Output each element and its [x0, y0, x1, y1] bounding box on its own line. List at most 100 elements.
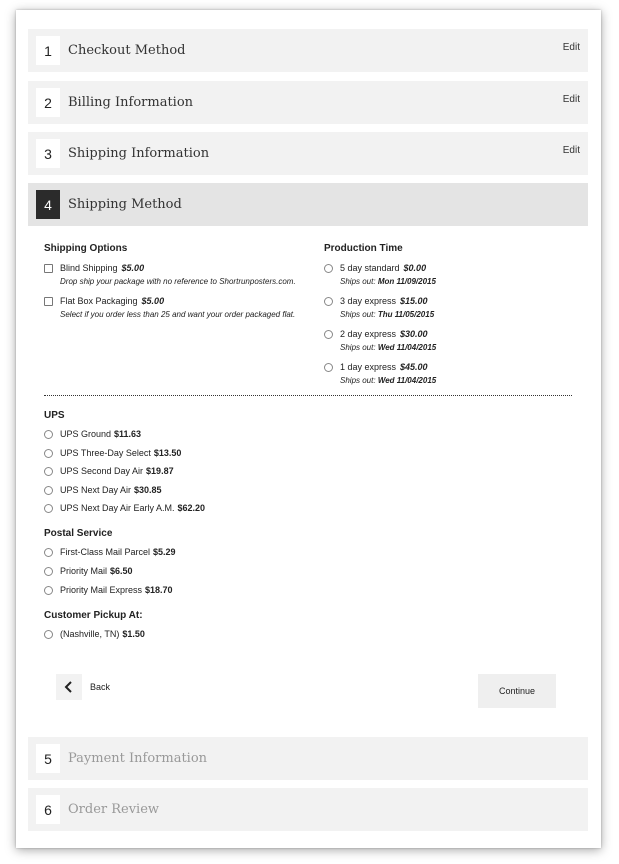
flat-box-packaging-option: Flat Box Packaging $5.00 Select if you o…	[44, 295, 295, 319]
back-button[interactable]: Back	[56, 672, 126, 702]
step-title: Checkout Method	[68, 43, 186, 58]
production-option: 1 day express $45.00 Ships out: Wed 11/0…	[324, 361, 436, 385]
shipping-rate-option[interactable]: (Nashville, TN) $1.50	[44, 628, 145, 640]
customer-pickup-heading: Customer Pickup At:	[44, 610, 143, 621]
shipping-radio[interactable]	[44, 503, 53, 513]
shipping-rate-option[interactable]: UPS Second Day Air $19.87	[44, 465, 174, 477]
rate-price: $18.70	[145, 585, 173, 595]
shipping-radio[interactable]	[44, 485, 53, 495]
production-radio[interactable]	[324, 362, 333, 372]
shipping-rate-option[interactable]: UPS Next Day Air $30.85	[44, 484, 162, 496]
back-label: Back	[90, 682, 111, 692]
rate-price: $13.50	[153, 448, 182, 458]
ships-out: Ships out: Thu 11/05/2015	[340, 310, 434, 319]
edit-link[interactable]: Edit	[563, 42, 580, 53]
shipping-radio[interactable]	[44, 466, 53, 476]
shipping-rate-option[interactable]: UPS Three-Day Select $13.50	[44, 447, 181, 459]
step-title: Billing Information	[68, 95, 194, 110]
postal-service-heading: Postal Service	[44, 528, 113, 539]
rate-label: UPS Next Day Air	[60, 485, 132, 495]
ships-out-date: Thu 11/05/2015	[377, 310, 435, 319]
step-number: 6	[36, 795, 60, 824]
step-shipping-information[interactable]: 3 Shipping Information Edit	[28, 132, 588, 175]
edit-link[interactable]: Edit	[563, 94, 580, 105]
option-label: Blind Shipping	[60, 263, 118, 273]
shipping-radio[interactable]	[44, 585, 53, 595]
production-option: 5 day standard $0.00 Ships out: Mon 11/0…	[324, 262, 436, 286]
checkout-panel: 1 Checkout Method Edit 2 Billing Informa…	[16, 10, 601, 848]
ships-out-label: Ships out:	[340, 277, 376, 286]
production-radio[interactable]	[324, 296, 333, 306]
step-number: 1	[36, 36, 60, 65]
shipping-rate-option[interactable]: UPS Ground $11.63	[44, 428, 141, 440]
step-billing-information[interactable]: 2 Billing Information Edit	[28, 81, 588, 124]
production-option: 2 day express $30.00 Ships out: Wed 11/0…	[324, 328, 436, 352]
step-number: 2	[36, 88, 60, 117]
rate-price: $1.50	[122, 629, 145, 639]
rate-label: (Nashville, TN)	[60, 629, 120, 639]
ups-heading: UPS	[44, 410, 65, 421]
ships-out: Ships out: Wed 11/04/2015	[340, 343, 436, 352]
rate-price: $5.29	[153, 547, 176, 557]
rate-price: $30.85	[134, 485, 162, 495]
rate-label: UPS Next Day Air Early A.M.	[60, 503, 175, 513]
shipping-radio[interactable]	[44, 429, 53, 439]
rate-label: UPS Ground	[60, 429, 112, 439]
step-title: Shipping Method	[68, 197, 182, 212]
production-time-heading: Production Time	[324, 243, 403, 254]
step-order-review: 6 Order Review	[28, 788, 588, 831]
option-note: Select if you order less than 25 and wan…	[60, 310, 296, 319]
rate-price: $6.50	[110, 566, 133, 576]
rate-price: $19.87	[146, 466, 174, 476]
shipping-rate-option[interactable]: Priority Mail $6.50	[44, 565, 133, 577]
shipping-radio[interactable]	[44, 566, 53, 576]
step-title: Shipping Information	[68, 146, 210, 161]
ships-out-date: Mon 11/09/2015	[377, 277, 436, 286]
shipping-radio[interactable]	[44, 448, 53, 458]
option-price: $15.00	[400, 296, 428, 306]
step-payment-information: 5 Payment Information	[28, 737, 588, 780]
ships-out-date: Wed 11/04/2015	[377, 343, 437, 352]
rate-label: Priority Mail Express	[60, 585, 143, 595]
shipping-radio[interactable]	[44, 629, 53, 639]
option-label: 2 day express	[340, 329, 397, 339]
option-price: $30.00	[400, 329, 428, 339]
shipping-rate-option[interactable]: First-Class Mail Parcel $5.29	[44, 546, 176, 558]
rate-price: $11.63	[114, 429, 142, 439]
step-title: Payment Information	[68, 751, 208, 766]
ships-out-label: Ships out:	[340, 343, 376, 352]
rate-label: UPS Second Day Air	[60, 466, 144, 476]
step-shipping-method: 4 Shipping Method	[28, 183, 588, 226]
production-option: 3 day express $15.00 Ships out: Thu 11/0…	[324, 295, 434, 319]
chevron-left-icon	[56, 674, 82, 700]
rate-price: $62.20	[177, 503, 206, 513]
section-divider	[44, 395, 572, 396]
shipping-rate-option[interactable]: Priority Mail Express $18.70	[44, 584, 173, 596]
production-radio[interactable]	[324, 329, 333, 339]
option-label: 5 day standard	[340, 263, 400, 273]
continue-button[interactable]: Continue	[478, 674, 556, 708]
option-price: $5.00	[121, 263, 145, 273]
ships-out: Ships out: Wed 11/04/2015	[340, 376, 436, 385]
ships-out-label: Ships out:	[340, 310, 376, 319]
ships-out-date: Wed 11/04/2015	[377, 376, 437, 385]
shipping-radio[interactable]	[44, 547, 53, 557]
edit-link[interactable]: Edit	[563, 145, 580, 156]
step-title: Order Review	[68, 802, 160, 817]
blind-shipping-option: Blind Shipping $5.00 Drop ship your pack…	[44, 262, 296, 286]
shipping-rate-option[interactable]: UPS Next Day Air Early A.M. $62.20	[44, 502, 205, 514]
rate-label: UPS Three-Day Select	[60, 448, 151, 458]
ships-out: Ships out: Mon 11/09/2015	[340, 277, 436, 286]
option-label: 1 day express	[340, 362, 397, 372]
production-radio[interactable]	[324, 263, 333, 273]
rate-label: First-Class Mail Parcel	[60, 547, 151, 557]
step-checkout-method[interactable]: 1 Checkout Method Edit	[28, 29, 588, 72]
shipping-options-heading: Shipping Options	[44, 243, 128, 254]
blind-shipping-checkbox[interactable]	[44, 263, 53, 273]
step-number: 3	[36, 139, 60, 168]
option-price: $45.00	[400, 362, 428, 372]
option-note: Drop ship your package with no reference…	[60, 277, 296, 286]
rate-label: Priority Mail	[60, 566, 108, 576]
option-label: 3 day express	[340, 296, 397, 306]
flat-box-checkbox[interactable]	[44, 296, 53, 306]
